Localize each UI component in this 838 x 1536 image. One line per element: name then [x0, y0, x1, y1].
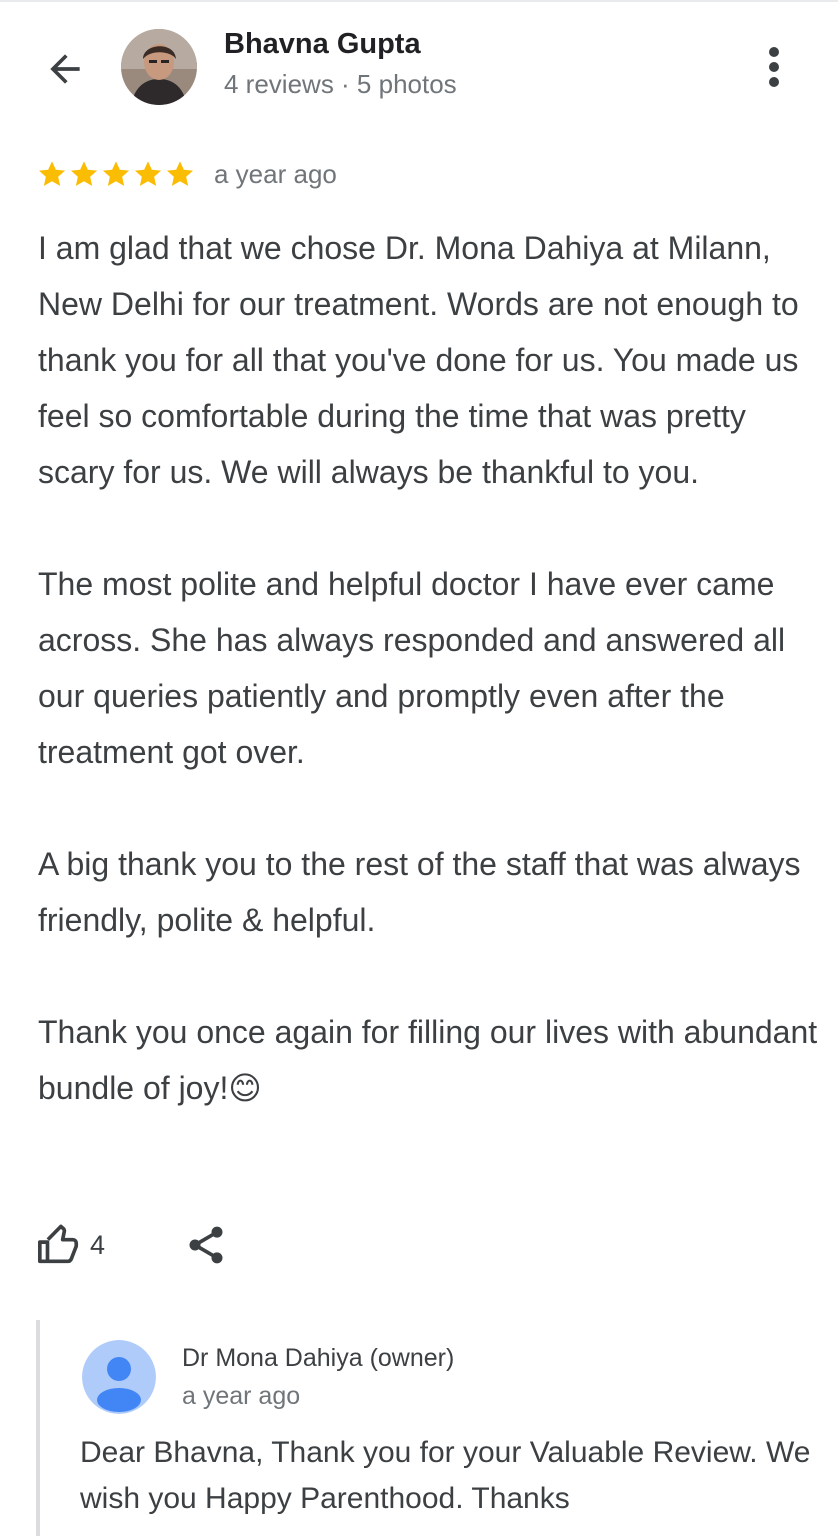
owner-name: Dr Mona Dahiya (owner) — [182, 1344, 455, 1372]
star-icon — [166, 161, 194, 186]
author-avatar[interactable] — [121, 29, 197, 105]
owner-reply-time: a year ago — [182, 1382, 301, 1410]
star-icon — [102, 161, 130, 186]
review-text: I am glad that we chose Dr. Mona Dahiya … — [38, 230, 818, 1106]
like-count: 4 — [90, 1229, 106, 1260]
top-divider — [0, 0, 838, 2]
author-name[interactable]: Bhavna Gupta — [224, 28, 421, 61]
star-icon — [70, 161, 98, 186]
thumbs-up-icon — [38, 1224, 79, 1264]
star-rating — [36, 158, 196, 190]
author-photo — [121, 29, 197, 105]
review-time: a year ago — [214, 158, 337, 189]
arrow-left-icon — [50, 54, 80, 84]
like-button[interactable]: 4 — [36, 1220, 105, 1270]
share-icon — [189, 1226, 223, 1264]
share-button[interactable] — [183, 1220, 229, 1270]
star-icon — [38, 161, 66, 186]
rating-row: a year ago — [36, 158, 337, 190]
owner-avatar — [82, 1340, 156, 1414]
owner-reply: Dr Mona Dahiya (owner) a year ago Dear B… — [36, 1320, 830, 1536]
more-vert-icon — [769, 47, 779, 87]
person-icon — [82, 1340, 156, 1414]
owner-reply-text: Dear Bhavna, Thank you for your Valuable… — [80, 1436, 811, 1515]
author-meta: 4 reviews · 5 photos — [224, 69, 457, 99]
more-options-button[interactable] — [752, 42, 796, 92]
back-button[interactable] — [38, 42, 92, 96]
review-actions: 4 — [36, 1220, 229, 1270]
star-icon — [134, 161, 162, 186]
